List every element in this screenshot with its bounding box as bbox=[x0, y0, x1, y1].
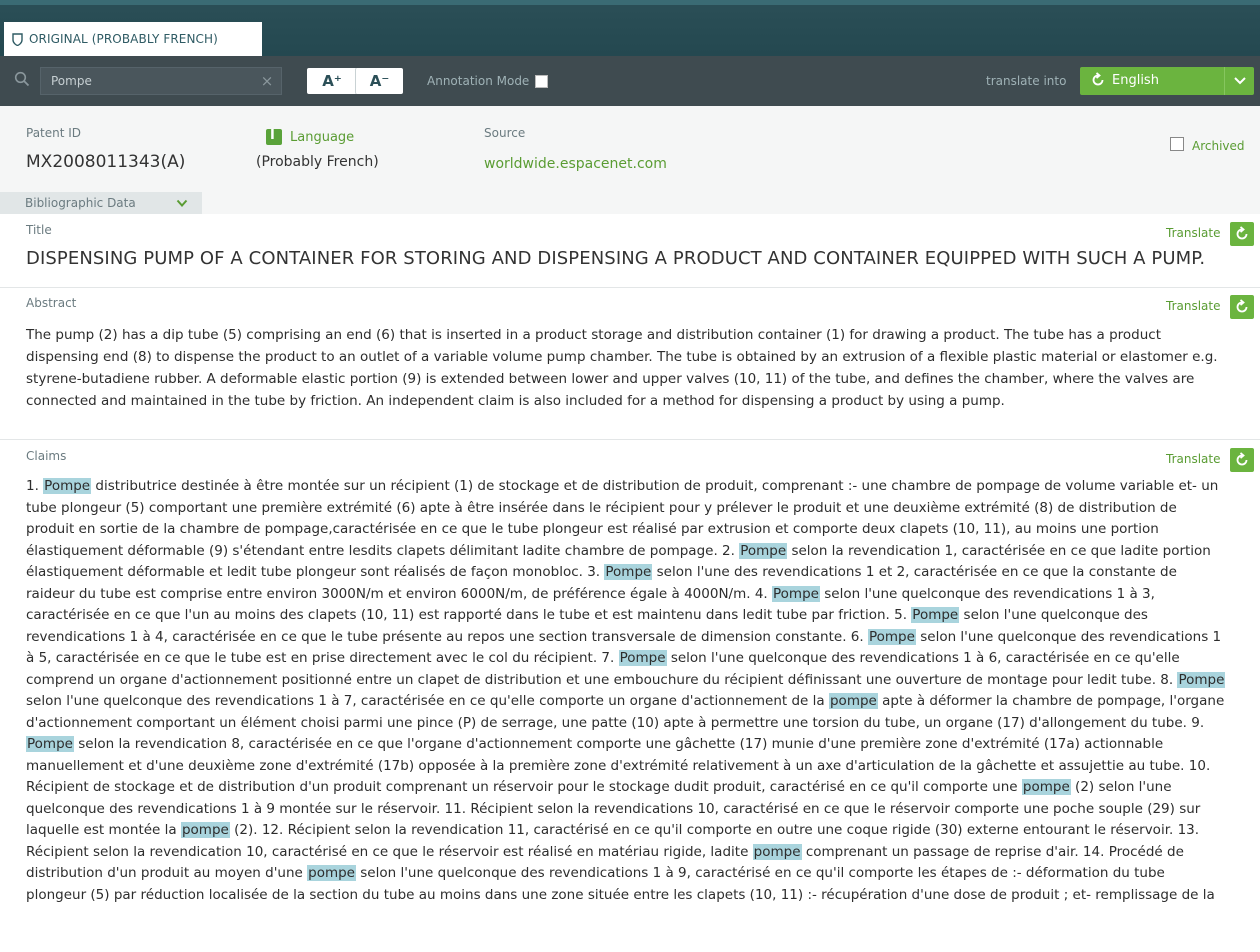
translate-claims-button[interactable] bbox=[1230, 448, 1254, 472]
language-icon bbox=[266, 128, 282, 145]
abstract-section: Abstract Translate The pump (2) has a di… bbox=[0, 288, 1260, 440]
language-dropdown-toggle[interactable] bbox=[1224, 67, 1254, 95]
toolbar: × A⁺ A⁻ Annotation Mode translate into E… bbox=[0, 56, 1260, 106]
search-highlight: pompe bbox=[828, 693, 878, 709]
translate-title-button[interactable] bbox=[1230, 222, 1254, 246]
claims-section: Claims Translate 1. Pompe distributrice … bbox=[0, 440, 1260, 952]
language-label-text: Language bbox=[290, 129, 355, 145]
source-link[interactable]: worldwide.espacenet.com bbox=[484, 156, 667, 172]
refresh-icon bbox=[1236, 226, 1248, 240]
search-highlight: Pompe bbox=[739, 542, 788, 559]
search-icon bbox=[14, 71, 30, 87]
chevron-down-icon bbox=[1234, 77, 1246, 85]
search-highlight: Pompe bbox=[867, 628, 916, 645]
claims-label: Claims bbox=[26, 449, 67, 463]
claims-text: 1. Pompe distributrice destinée à être m… bbox=[26, 478, 1226, 903]
tab-original[interactable]: ORIGINAL (PROBABLY FRENCH) bbox=[4, 22, 262, 56]
search-highlight: Pompe bbox=[618, 650, 667, 666]
search-highlight: Pompe bbox=[911, 607, 960, 623]
chevron-down-icon bbox=[176, 199, 188, 207]
target-language-select[interactable]: English bbox=[1080, 67, 1254, 95]
font-increase-button[interactable]: A⁺ bbox=[307, 68, 357, 94]
search-highlight: Pompe bbox=[1177, 671, 1226, 688]
app-header: ORIGINAL (PROBABLY FRENCH) bbox=[0, 0, 1260, 56]
bibliographic-data-toggle[interactable]: Bibliographic Data bbox=[0, 192, 202, 214]
refresh-icon bbox=[1236, 452, 1248, 466]
annotation-mode-checkbox[interactable] bbox=[535, 75, 548, 88]
tab-original-label: ORIGINAL (PROBABLY FRENCH) bbox=[29, 32, 218, 46]
abstract-text: The pump (2) has a dip tube (5) comprisi… bbox=[26, 327, 1218, 409]
shield-icon bbox=[12, 32, 23, 46]
refresh-icon bbox=[1236, 299, 1248, 313]
title-section: Title Translate DISPENSING PUMP OF A CON… bbox=[0, 214, 1260, 288]
patent-title: DISPENSING PUMP OF A CONTAINER FOR STORI… bbox=[26, 248, 1206, 269]
selected-language: English bbox=[1112, 73, 1159, 88]
translate-into-label: translate into bbox=[986, 74, 1067, 88]
translate-abstract-link[interactable]: Translate bbox=[1166, 299, 1221, 313]
patent-id-value: MX2008011343(A) bbox=[26, 152, 186, 172]
language-value: (Probably French) bbox=[256, 154, 379, 170]
patent-id-label: Patent ID bbox=[26, 126, 82, 140]
font-decrease-button[interactable]: A⁻ bbox=[355, 68, 403, 94]
search-highlight: Pompe bbox=[604, 564, 653, 580]
language-label: Language bbox=[266, 128, 355, 145]
annotation-mode-label: Annotation Mode bbox=[427, 74, 530, 88]
archived-checkbox[interactable] bbox=[1170, 137, 1184, 151]
search-highlight: Pompe bbox=[43, 478, 92, 494]
translate-claims-link[interactable]: Translate bbox=[1166, 452, 1221, 466]
search-highlight: pompe bbox=[752, 843, 802, 860]
source-label: Source bbox=[484, 126, 526, 140]
archived-label: Archived bbox=[1192, 139, 1245, 153]
search-input[interactable] bbox=[40, 67, 282, 95]
search-highlight: pompe bbox=[180, 822, 230, 838]
clear-search-icon[interactable]: × bbox=[258, 70, 276, 92]
refresh-icon bbox=[1092, 72, 1104, 86]
translate-title-link[interactable]: Translate bbox=[1166, 226, 1221, 240]
search-highlight: Pompe bbox=[26, 736, 74, 752]
search-highlight: pompe bbox=[307, 865, 356, 881]
header-accent bbox=[0, 0, 1260, 5]
search-highlight: pompe bbox=[1021, 779, 1071, 795]
abstract-label: Abstract bbox=[26, 296, 77, 310]
patent-meta: Patent ID MX2008011343(A) Language (Prob… bbox=[0, 106, 1260, 214]
title-label: Title bbox=[26, 223, 52, 237]
translate-abstract-button[interactable] bbox=[1230, 295, 1254, 319]
search-highlight: Pompe bbox=[772, 585, 820, 602]
bibliographic-data-label: Bibliographic Data bbox=[25, 196, 136, 210]
